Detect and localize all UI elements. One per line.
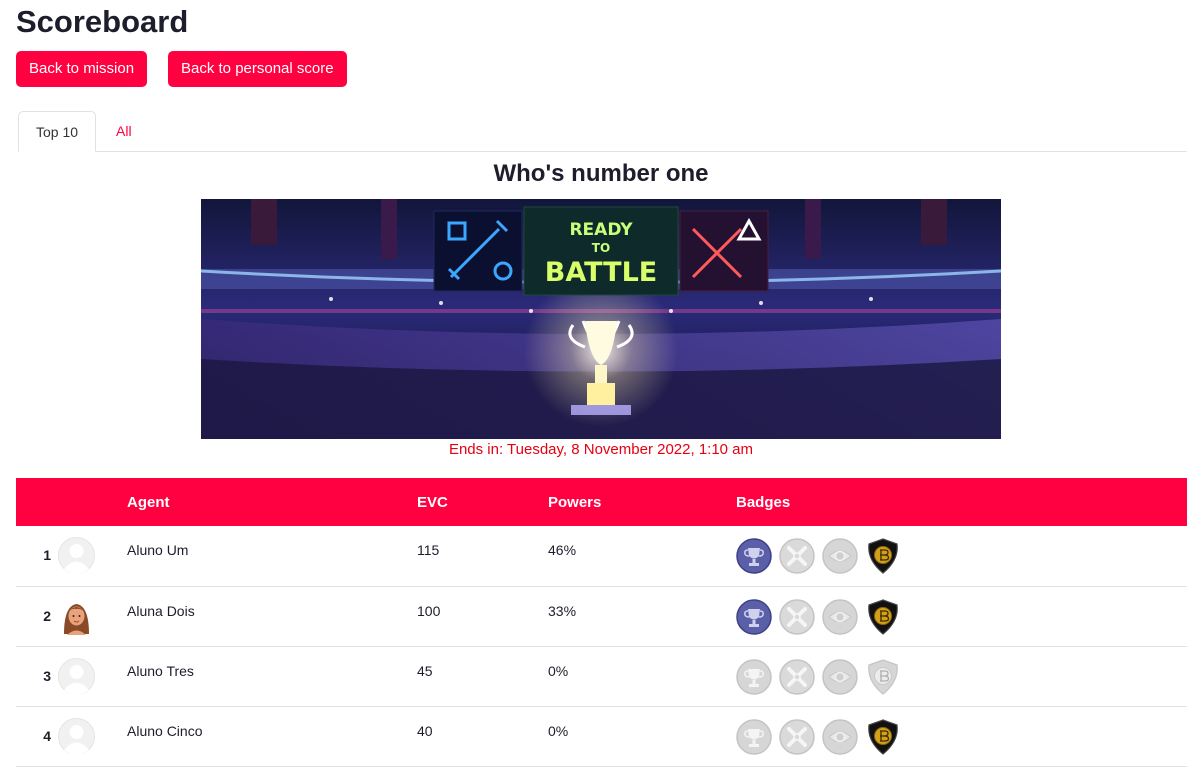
badges-cell (736, 706, 1187, 766)
rank-cell: 4 (43, 727, 51, 744)
bitcoin-badge-icon[interactable] (865, 538, 901, 574)
avatar (58, 657, 95, 695)
avatar-cell (58, 586, 127, 646)
scoreboard-tabs: Top 10 All (18, 111, 1187, 152)
agent-name: Aluno Tres (127, 662, 194, 679)
badges-cell (736, 526, 1187, 586)
rank-header (16, 478, 58, 526)
badges-cell (736, 646, 1187, 706)
table-row: 1 Aluno Um 115 46% (16, 526, 1187, 586)
table-row: 4 Aluno Cinco 40 0% (16, 706, 1187, 766)
evc-value: 115 (417, 542, 440, 558)
scoreboard-table: Agent EVC Powers Badges 1 Aluno Um 115 46% 2… (16, 478, 1187, 767)
cross-badge-icon[interactable] (779, 538, 815, 574)
table-row: 3 Aluno Tres 45 0% (16, 646, 1187, 706)
evc-value: 45 (417, 662, 433, 679)
evc-value: 40 (417, 722, 433, 739)
agent-name: Aluno Cinco (127, 722, 203, 739)
avatar (58, 717, 95, 755)
back-to-personal-score-button[interactable]: Back to personal score (168, 51, 347, 87)
cross-badge-icon[interactable] (779, 598, 815, 635)
cross-badge-icon[interactable] (779, 718, 815, 755)
bitcoin-badge-icon[interactable] (865, 658, 901, 695)
eye-badge-icon[interactable] (822, 598, 858, 635)
evc-value: 100 (417, 602, 441, 619)
svg-text:BATTLE: BATTLE (545, 257, 657, 288)
tab-all[interactable]: All (99, 111, 149, 152)
bitcoin-badge-icon[interactable] (865, 598, 901, 635)
rank-cell: 1 (43, 547, 51, 563)
badges-cell (736, 586, 1187, 646)
agent-name: Aluna Dois (127, 602, 195, 619)
powers-value: 0% (548, 722, 569, 739)
powers-value: 46% (548, 542, 577, 558)
powers-value: 0% (548, 662, 569, 679)
battle-arena-banner: READY TO BATTLE (201, 199, 1001, 439)
avatar (58, 597, 95, 635)
section-heading: Who's number one (493, 160, 709, 187)
cross-badge-icon[interactable] (779, 658, 815, 695)
badges-header: Badges (736, 493, 791, 511)
agent-header: Agent (127, 493, 170, 511)
eye-badge-icon[interactable] (822, 658, 858, 695)
avatar-cell (58, 706, 127, 766)
rank-cell: 2 (43, 607, 51, 624)
page-title: Scoreboard (16, 4, 189, 39)
avatar-cell (58, 526, 127, 586)
back-to-mission-button[interactable]: Back to mission (16, 51, 148, 87)
svg-text:READY: READY (569, 220, 633, 240)
bitcoin-badge-icon[interactable] (865, 718, 901, 755)
avatar-header (58, 478, 127, 526)
powers-header: Powers (548, 493, 602, 511)
eye-badge-icon[interactable] (822, 718, 858, 755)
trophy-badge-icon[interactable] (736, 598, 772, 635)
powers-value: 33% (548, 602, 577, 619)
tab-top-10[interactable]: Top 10 (18, 111, 97, 152)
trophy-badge-icon[interactable] (736, 538, 772, 574)
svg-text:TO: TO (592, 241, 610, 255)
trophy-badge-icon[interactable] (736, 658, 772, 695)
agent-name: Aluno Um (127, 542, 189, 558)
table-row: 2 Aluna Dois 100 33% (16, 586, 1187, 646)
evc-header: EVC (417, 493, 448, 511)
avatar (58, 537, 95, 574)
rank-cell: 3 (43, 667, 51, 684)
deadline-text: Ends in: Tuesday, 8 November 2022, 1:10 … (448, 441, 754, 458)
avatar-cell (58, 646, 127, 706)
trophy-badge-icon[interactable] (736, 718, 772, 755)
table-header-row: Agent EVC Powers Badges (16, 478, 1187, 526)
eye-badge-icon[interactable] (822, 538, 858, 574)
